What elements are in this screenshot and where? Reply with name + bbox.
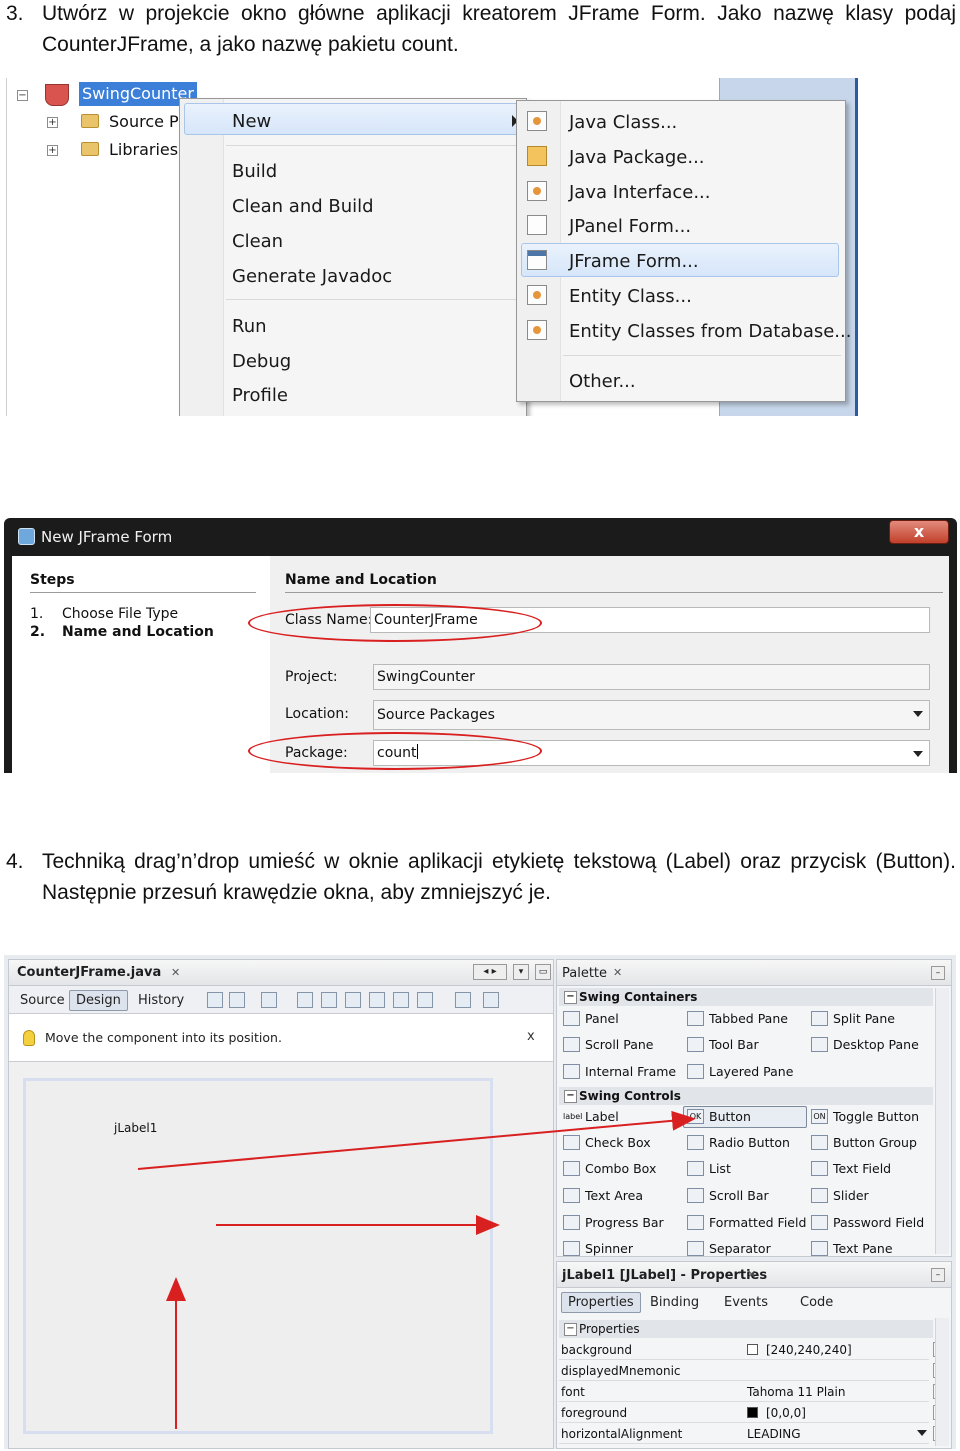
collapse-icon[interactable]: − — [17, 90, 28, 101]
step-num: 1. — [30, 606, 44, 622]
folder-icon — [81, 114, 99, 128]
menu-item-clean-and-build[interactable]: Clean and Build — [232, 194, 374, 220]
menu-item-profile[interactable]: Profile — [232, 383, 288, 409]
drag-arrows — [137, 1110, 696, 1429]
java-package-icon — [527, 146, 547, 166]
submenu-item-java-package[interactable]: Java Package... — [569, 145, 705, 171]
menu-item-build[interactable]: Build — [232, 159, 277, 185]
menu-item-clean[interactable]: Clean — [232, 229, 283, 255]
steps-panel: Steps 1. Choose File Type 2. Name and Lo… — [12, 556, 270, 773]
step-num: 2. — [30, 624, 46, 640]
highlight-ellipse — [248, 604, 542, 642]
new-submenu: Java Class... Java Package... Java Inter… — [516, 100, 851, 402]
context-menu-screenshot: − SwingCounter + Source Pa + Libraries N… — [6, 78, 858, 416]
submenu-item-java-class[interactable]: Java Class... — [569, 110, 677, 136]
step-number: 4. — [6, 850, 24, 873]
submenu-item-jpanel-form[interactable]: JPanel Form... — [569, 214, 691, 240]
jpanel-form-icon — [527, 215, 547, 235]
menu-item-new[interactable]: New — [232, 109, 271, 135]
background-window-edge — [855, 78, 858, 416]
folder-icon — [81, 142, 99, 156]
context-menu: New Build Clean and Build Clean Generate… — [179, 98, 527, 416]
submenu-item-java-interface[interactable]: Java Interface... — [569, 180, 711, 206]
entity-classes-db-icon — [527, 320, 547, 340]
step-instruction: Utwórz w projekcie okno główne aplikacji… — [42, 2, 956, 56]
step-instruction: Techniką drag’n’drop umieść w oknie apli… — [42, 850, 956, 904]
project-field: SwingCounter — [373, 664, 930, 690]
jframe-form-icon — [527, 250, 547, 270]
chevron-down-icon — [913, 711, 923, 717]
highlight-ellipse — [248, 732, 542, 770]
submenu-item-jframe-form[interactable]: JFrame Form... — [569, 249, 699, 275]
step-choose-file-type: Choose File Type — [62, 606, 179, 622]
menu-separator — [563, 355, 841, 356]
entity-class-icon — [527, 285, 547, 305]
source-packages-node[interactable]: Source Pa — [109, 110, 188, 134]
menu-separator — [226, 145, 522, 146]
dialog-body: Steps 1. Choose File Type 2. Name and Lo… — [12, 556, 949, 773]
arrow-label-to-form — [137, 1110, 696, 1170]
chevron-down-icon — [913, 751, 923, 757]
location-value: Source Packages — [377, 707, 495, 723]
menu-separator — [226, 299, 522, 300]
step-number: 3. — [6, 2, 24, 25]
project-label: Project: — [285, 669, 338, 685]
gui-designer-screenshot: CounterJFrame.java ✕ ◂ ▸ ▾ ▭ Source Desi… — [4, 955, 956, 1449]
submenu-item-other[interactable]: Other... — [569, 369, 636, 395]
submenu-item-entity-classes-from-database[interactable]: Entity Classes from Database... — [569, 319, 851, 345]
menu-item-generate-javadoc[interactable]: Generate Javadoc — [232, 264, 392, 290]
menu-item-run[interactable]: Run — [232, 314, 267, 340]
submenu-item-entity-class[interactable]: Entity Class... — [569, 284, 692, 310]
divider — [285, 592, 943, 593]
java-interface-icon — [527, 181, 547, 201]
menu-item-debug[interactable]: Debug — [232, 349, 291, 375]
steps-heading: Steps — [30, 572, 75, 588]
expand-icon[interactable]: + — [47, 145, 58, 156]
location-combo[interactable]: Source Packages — [373, 700, 930, 730]
dialog-title: New JFrame Form — [41, 528, 173, 546]
location-label: Location: — [285, 706, 349, 722]
coffee-cup-icon — [45, 84, 69, 106]
libraries-node[interactable]: Libraries — [109, 138, 178, 162]
netbeans-icon — [18, 528, 35, 545]
new-jframe-form-dialog: New JFrame Form x Steps 1. Choose File T… — [4, 518, 957, 773]
expand-icon[interactable]: + — [47, 117, 58, 128]
close-button[interactable]: x — [889, 520, 949, 544]
step-name-and-location: Name and Location — [62, 624, 214, 640]
menu-gutter — [180, 99, 224, 416]
divider — [30, 592, 256, 593]
section-heading: Name and Location — [285, 572, 437, 588]
java-class-icon — [527, 111, 547, 131]
